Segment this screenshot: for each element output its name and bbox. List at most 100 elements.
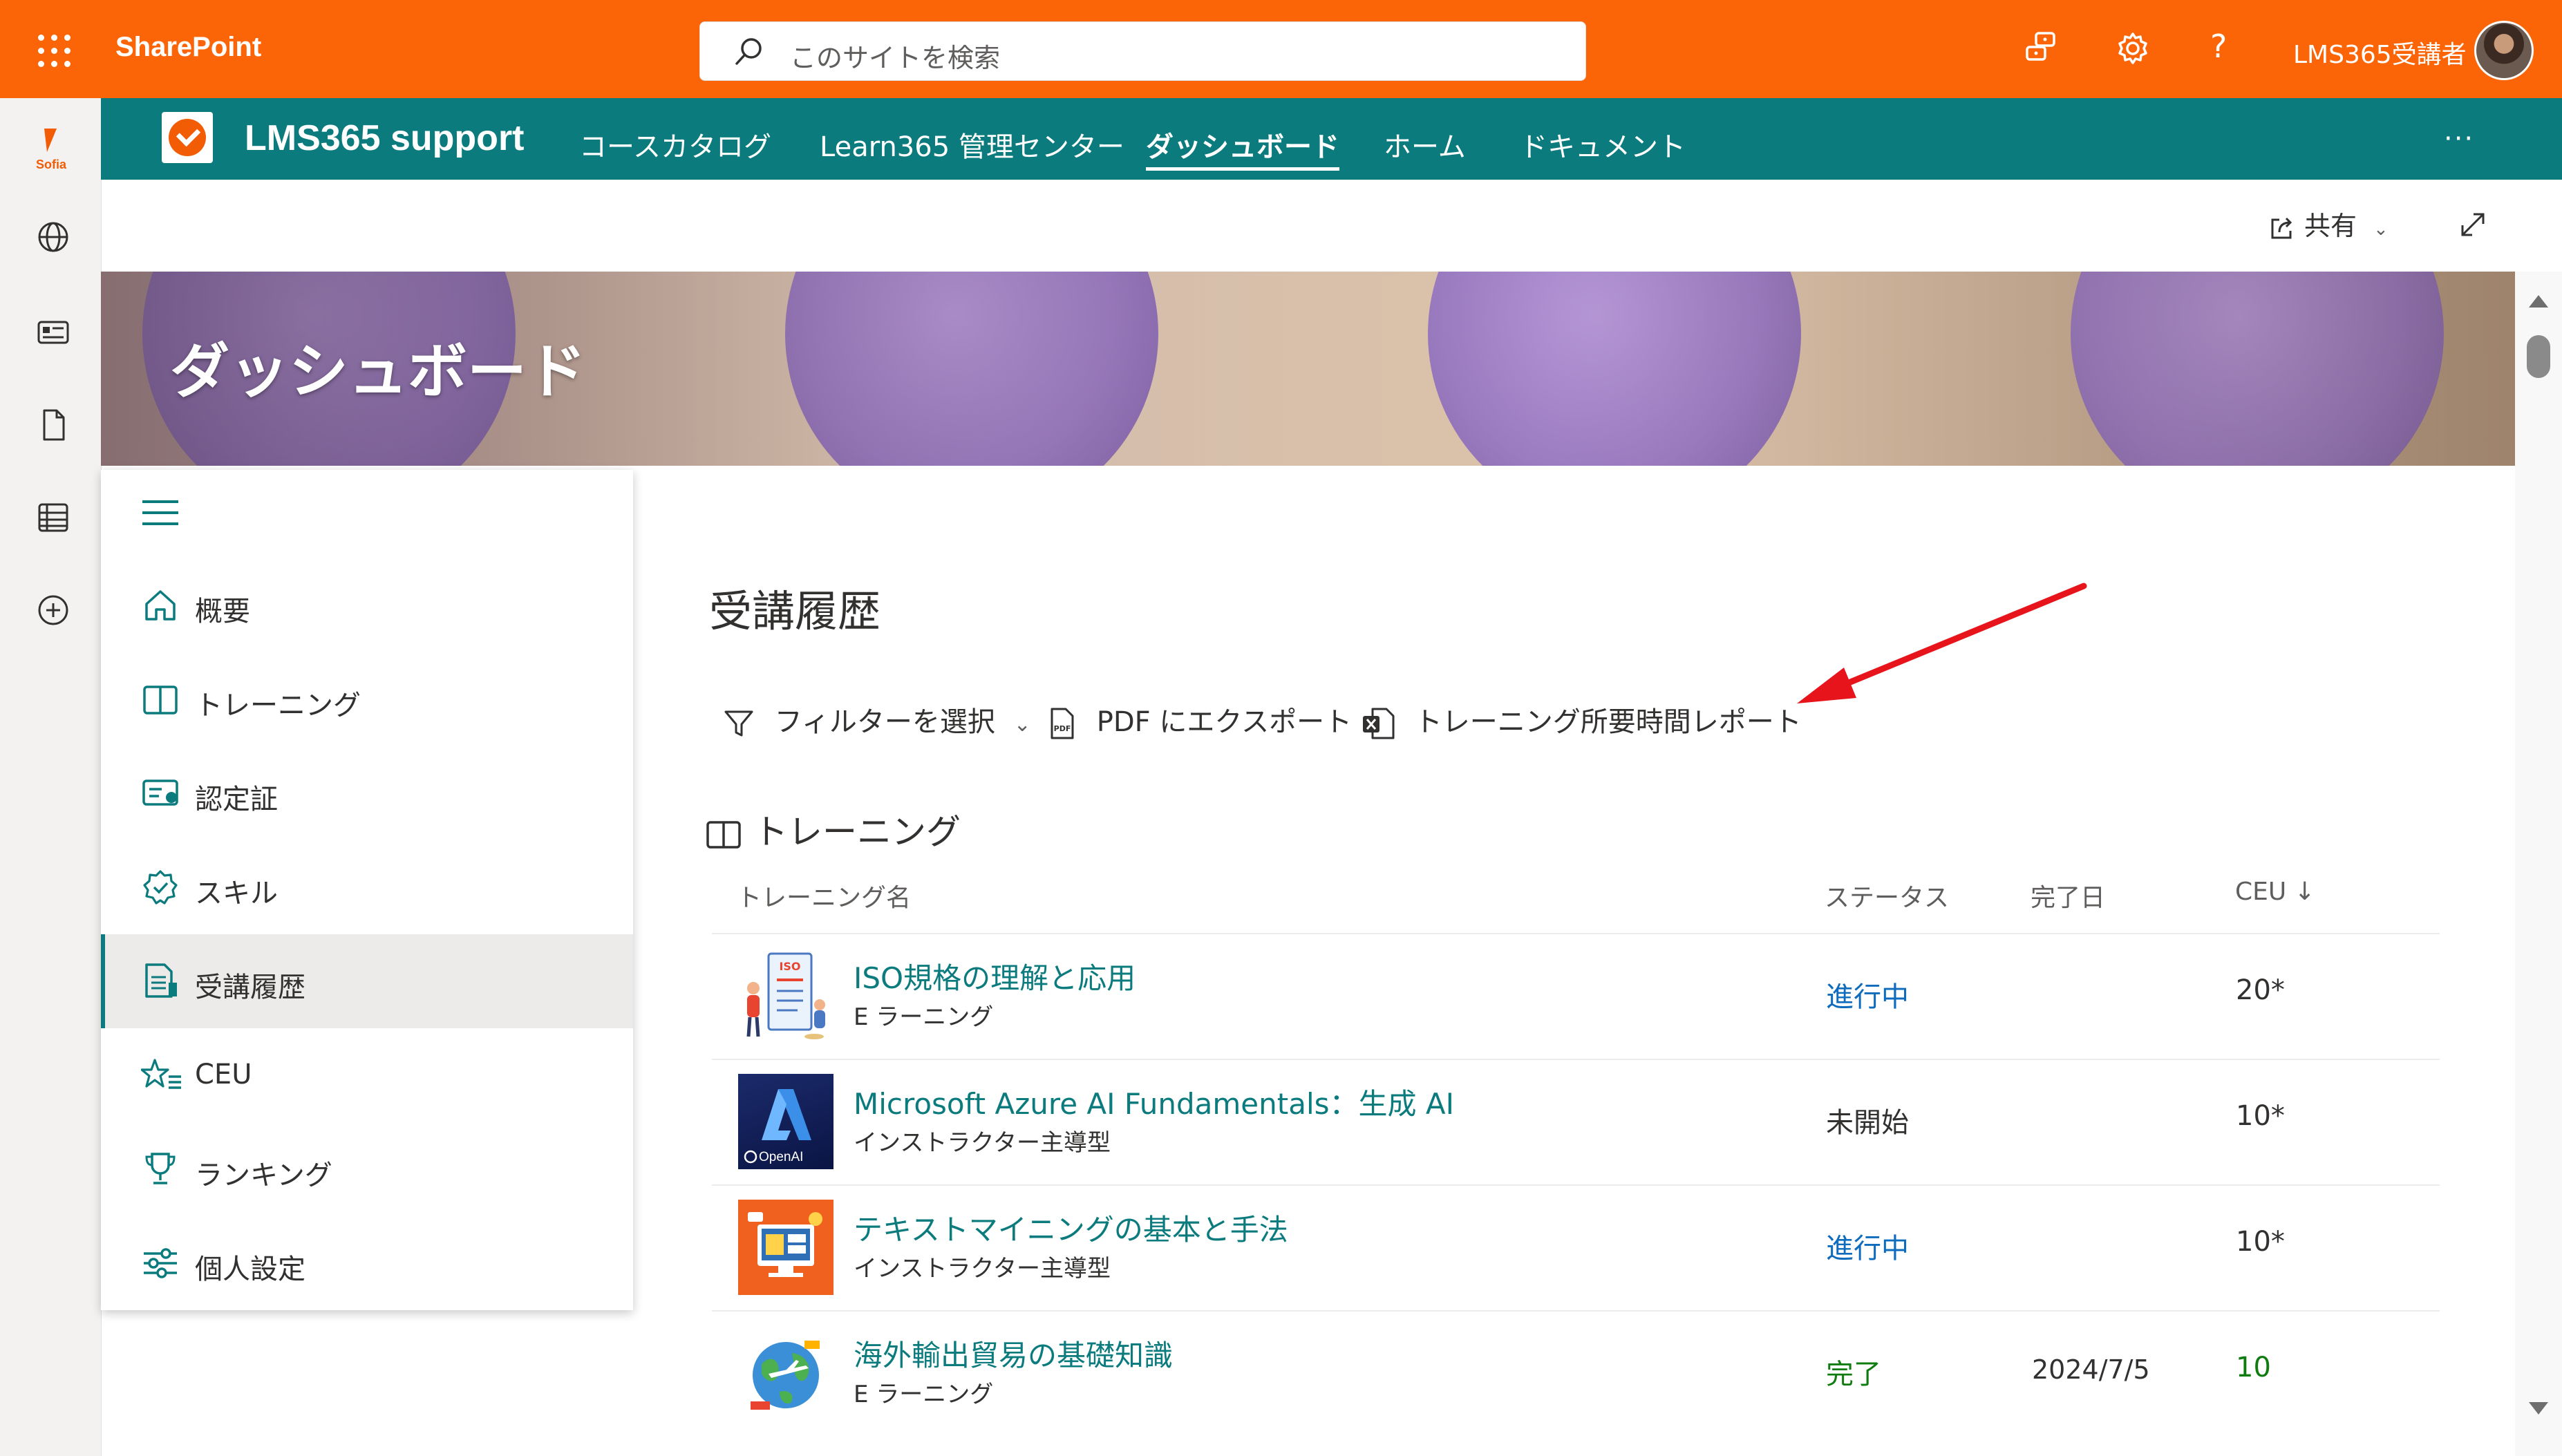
sofia-logo-icon[interactable]: Sofia	[30, 124, 72, 176]
filter-label: フィルターを選択	[774, 706, 995, 738]
training-status: 完了	[1826, 1359, 1881, 1390]
column-header-name[interactable]: トレーニング名	[737, 878, 911, 914]
training-type: E ラーニング	[854, 1381, 994, 1408]
nav-course-catalog[interactable]: コースカタログ	[579, 124, 771, 164]
page-banner: ダッシュボード	[101, 272, 2515, 466]
more-options-icon[interactable]: ···	[2444, 123, 2474, 155]
scroll-down-icon[interactable]	[2529, 1402, 2548, 1415]
column-header-ceu[interactable]: CEU ↓	[2235, 878, 2315, 906]
page-title: 受講履歴	[709, 586, 881, 636]
svg-text:ISO: ISO	[779, 960, 800, 973]
list-icon[interactable]	[36, 500, 70, 538]
training-time-report-button[interactable]: トレーニング所要時間レポート	[1362, 699, 1802, 741]
course-thumbnail-azure: OpenAI	[738, 1074, 833, 1169]
history-icon	[141, 962, 180, 1003]
expand-icon[interactable]	[2457, 209, 2489, 243]
training-ceu: 20*	[2236, 974, 2285, 1006]
add-circle-icon[interactable]	[36, 593, 70, 630]
nav-learn365-admin[interactable]: Learn365 管理センター	[820, 124, 1124, 164]
app-launcher-icon[interactable]	[38, 35, 71, 68]
app-window: SharePoint このサイトを検索 ? LMS365受講者 Sofia LM…	[0, 0, 2562, 1456]
user-name[interactable]: LMS365受講者	[2293, 35, 2467, 70]
badge-icon	[141, 868, 180, 909]
export-pdf-button[interactable]: PDF PDF にエクスポート	[1045, 699, 1352, 741]
search-icon	[731, 35, 766, 72]
side-menu-label: 受講履歴	[195, 972, 305, 1003]
column-header-status[interactable]: ステータス	[1825, 878, 1949, 914]
site-logo-icon[interactable]	[162, 112, 213, 163]
suite-bar: SharePoint このサイトを検索 ? LMS365受講者	[0, 0, 2562, 98]
news-icon[interactable]	[36, 315, 70, 352]
filter-icon	[724, 710, 753, 737]
globe-icon[interactable]	[36, 220, 70, 257]
scroll-up-icon[interactable]	[2529, 295, 2548, 308]
table-row[interactable]: OpenAI Microsoft Azure AI Fundamentals：生…	[712, 1059, 2440, 1186]
side-menu-item-history[interactable]: 受講履歴	[101, 934, 633, 1028]
nav-documents[interactable]: ドキュメント	[1520, 124, 1686, 164]
training-type: インストラクター主導型	[854, 1129, 1111, 1157]
settings-gear-icon[interactable]	[2115, 30, 2151, 69]
training-completed-date: 2024/7/5	[2032, 1354, 2150, 1385]
training-ceu: 10*	[2236, 1100, 2285, 1132]
export-pdf-label: PDF にエクスポート	[1096, 706, 1353, 738]
course-thumbnail-export-trade	[738, 1325, 833, 1421]
training-name-link[interactable]: テキストマイニングの基本と手法	[854, 1207, 1288, 1249]
side-menu-item-overview[interactable]: 概要	[101, 558, 633, 652]
filter-button[interactable]: フィルターを選択 ⌄	[722, 699, 1031, 741]
training-type: E ラーニング	[854, 1003, 994, 1031]
conversation-icon[interactable]	[2024, 30, 2058, 69]
sharepoint-brand[interactable]: SharePoint	[115, 32, 261, 63]
book-icon	[706, 820, 741, 849]
training-status: 未開始	[1826, 1107, 1909, 1139]
training-ceu: 10*	[2236, 1226, 2285, 1258]
training-section-title: トレーニング	[705, 804, 961, 854]
share-label: 共有	[2304, 211, 2357, 241]
training-time-report-label: トレーニング所要時間レポート	[1414, 706, 1802, 738]
side-menu-label: 個人設定	[195, 1254, 305, 1285]
table-row[interactable]: テキストマイニングの基本と手法 インストラクター主導型 進行中 10*	[712, 1184, 2440, 1312]
training-name-link[interactable]: Microsoft Azure AI Fundamentals：生成 AI	[854, 1081, 1454, 1123]
side-menu-item-training[interactable]: トレーニング	[101, 652, 633, 746]
side-menu-label: 認定証	[195, 784, 278, 815]
share-icon	[2271, 217, 2292, 238]
column-header-completed[interactable]: 完了日	[2031, 878, 2105, 914]
side-menu-label: トレーニング	[195, 690, 361, 721]
training-name-link[interactable]: 海外輸出貿易の基礎知識	[854, 1332, 1173, 1374]
hamburger-menu-icon[interactable]	[141, 498, 180, 531]
book-icon	[141, 680, 180, 721]
side-menu-label: スキル	[195, 878, 278, 909]
chevron-down-icon: ⌄	[2373, 219, 2389, 240]
training-status: 進行中	[1826, 981, 1909, 1013]
side-menu-label: 概要	[195, 596, 250, 627]
side-menu-item-certificates[interactable]: 認定証	[101, 746, 633, 840]
page-scrollbar[interactable]	[2515, 272, 2562, 1456]
side-menu-item-skills[interactable]: スキル	[101, 840, 633, 934]
help-icon[interactable]: ?	[2210, 28, 2227, 65]
nav-home[interactable]: ホーム	[1384, 124, 1466, 164]
site-title[interactable]: LMS365 support	[245, 117, 525, 159]
site-search-box[interactable]: このサイトを検索	[699, 21, 1586, 81]
sliders-icon	[141, 1244, 180, 1285]
side-menu-item-ranking[interactable]: ランキング	[101, 1122, 633, 1216]
side-menu-item-personal-settings[interactable]: 個人設定	[101, 1216, 633, 1310]
training-name-link[interactable]: ISO規格の理解と応用	[854, 955, 1136, 997]
training-type: インストラクター主導型	[854, 1255, 1111, 1283]
app-rail: Sofia	[0, 98, 102, 1456]
nav-dashboard[interactable]: ダッシュボード	[1146, 124, 1339, 171]
scroll-thumb[interactable]	[2527, 335, 2550, 378]
trophy-icon	[141, 1150, 180, 1191]
course-thumbnail-text-mining	[738, 1200, 833, 1295]
excel-file-icon	[1363, 708, 1395, 739]
side-menu-item-ceu[interactable]: CEU	[101, 1028, 633, 1122]
pdf-file-icon: PDF	[1051, 708, 1074, 739]
user-avatar[interactable]	[2474, 21, 2534, 80]
table-row[interactable]: ISO ISO規格の理解と応用 E ラーニング 進行中 20*	[712, 933, 2440, 1060]
document-icon[interactable]	[36, 408, 70, 445]
side-menu-label: ランキング	[195, 1160, 332, 1191]
share-button[interactable]: 共有 ⌄	[2267, 205, 2389, 243]
star-list-icon	[140, 1056, 182, 1097]
training-status: 進行中	[1826, 1233, 1909, 1265]
search-placeholder: このサイトを検索	[790, 43, 1001, 73]
table-row[interactable]: 海外輸出貿易の基礎知識 E ラーニング 完了 2024/7/5 10	[712, 1310, 2440, 1437]
svg-text:Sofia: Sofia	[36, 158, 67, 171]
